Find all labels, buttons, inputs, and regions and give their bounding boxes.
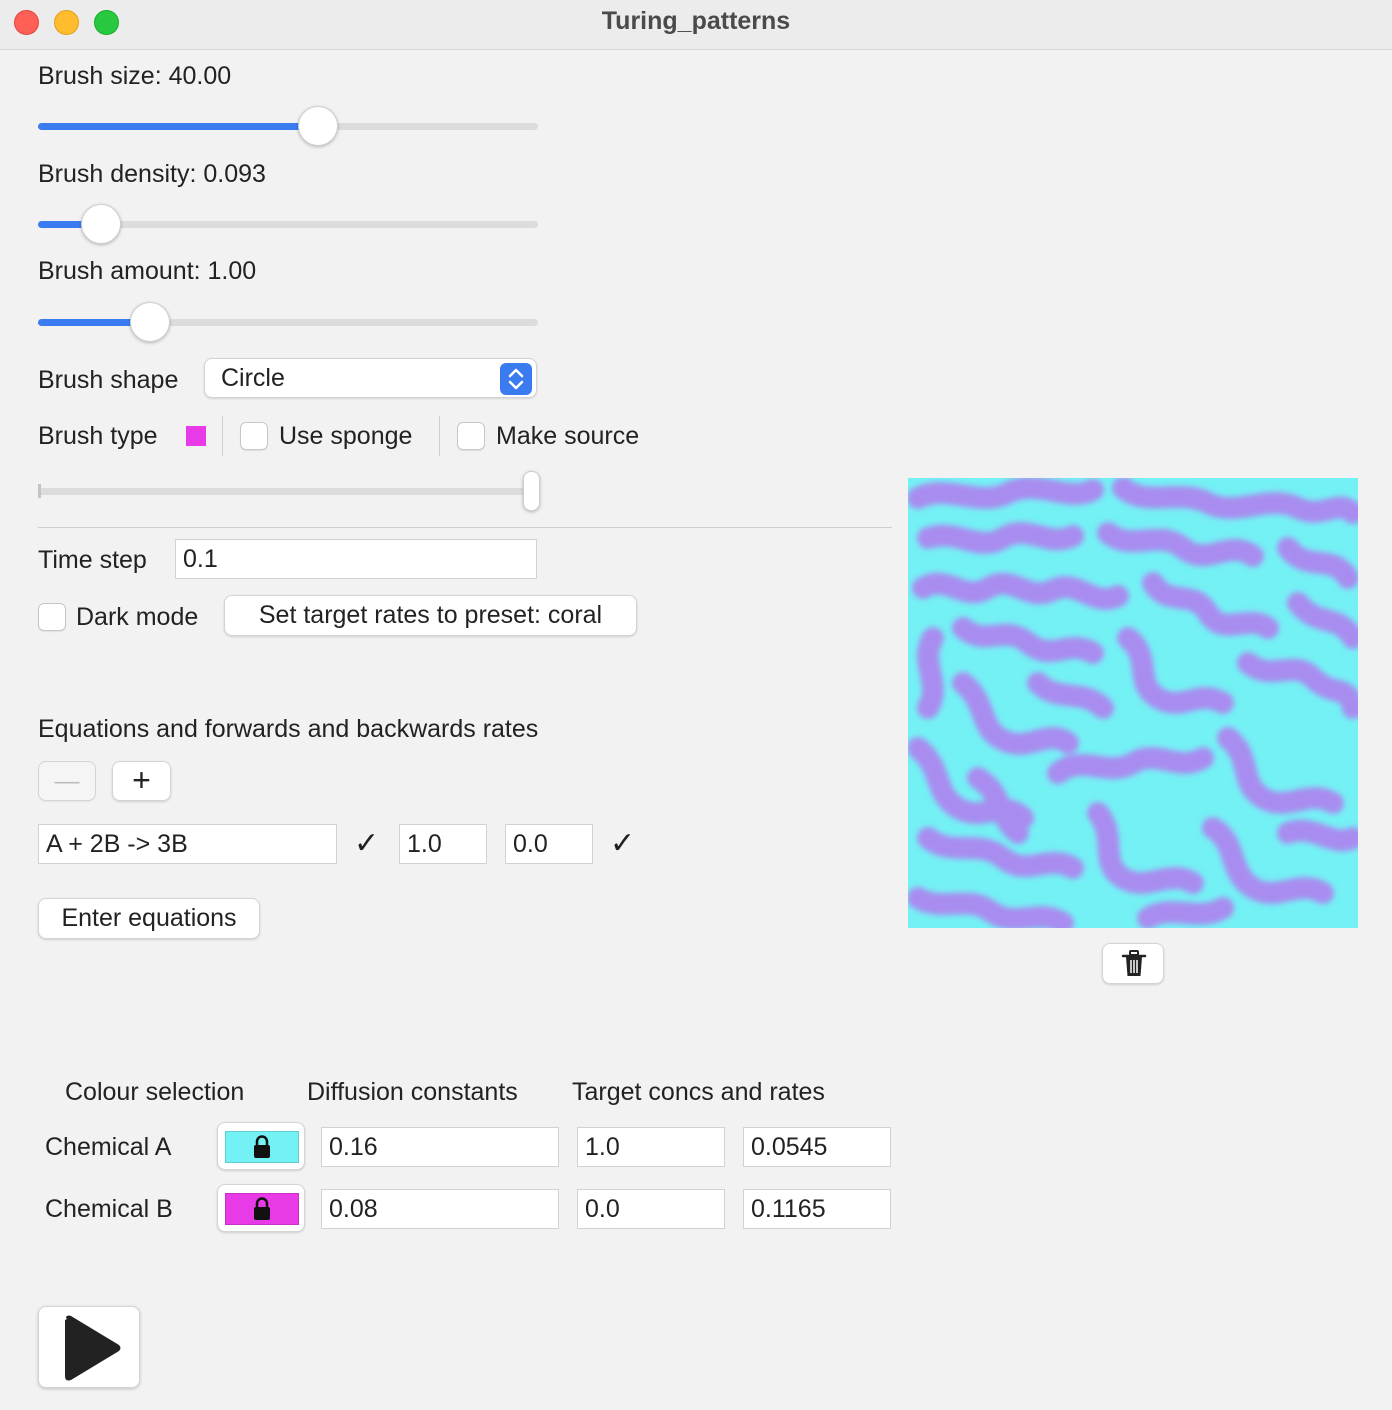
play-icon	[63, 1315, 123, 1386]
enter-equations-button[interactable]: Enter equations	[38, 898, 260, 939]
clear-canvas-button[interactable]	[1102, 943, 1164, 984]
source-level-slider[interactable]	[38, 470, 540, 514]
chemical-a-label: Chemical A	[45, 1133, 172, 1161]
brush-density-label: Brush density: 0.093	[38, 160, 266, 188]
pattern-canvas[interactable]	[908, 478, 1358, 928]
play-button[interactable]	[38, 1306, 140, 1388]
colour-selection-header: Colour selection	[65, 1078, 245, 1106]
chemical-b-rate-input[interactable]: 0.1165	[743, 1189, 891, 1229]
time-step-label: Time step	[38, 546, 147, 574]
divider	[38, 527, 892, 528]
separator	[439, 416, 440, 456]
use-sponge-label: Use sponge	[279, 422, 413, 450]
set-preset-button[interactable]: Set target rates to preset: coral	[224, 595, 637, 636]
make-source-checkbox[interactable]	[457, 422, 485, 450]
trash-icon	[1121, 950, 1147, 989]
slider-fill	[38, 123, 318, 130]
turing-pattern-image	[908, 478, 1358, 928]
equations-heading: Equations and forwards and backwards rat…	[38, 715, 539, 743]
equation-valid-check-icon: ✓	[354, 827, 380, 860]
backward-rate-input[interactable]: 0.0	[505, 824, 593, 864]
brush-shape-value: Circle	[221, 364, 285, 392]
make-source-label: Make source	[496, 422, 640, 450]
window-title: Turing_patterns	[601, 7, 791, 35]
lock-icon	[252, 1197, 272, 1226]
brush-size-label: Brush size: 40.00	[38, 62, 232, 90]
chemical-b-target-conc-input[interactable]: 0.0	[577, 1189, 725, 1229]
slider-track	[38, 488, 532, 495]
brush-size-slider[interactable]	[38, 105, 538, 149]
chemical-a-rate-input[interactable]: 0.0545	[743, 1127, 891, 1167]
chemical-b-label: Chemical B	[45, 1195, 173, 1223]
forward-rate-input[interactable]: 1.0	[399, 824, 487, 864]
add-equation-button[interactable]: +	[112, 761, 171, 801]
title-bar: Turing_patterns	[0, 0, 1392, 50]
rates-valid-check-icon: ✓	[610, 827, 636, 860]
brush-amount-slider[interactable]	[38, 301, 538, 345]
use-sponge-checkbox[interactable]	[240, 422, 268, 450]
chemical-b-diffusion-input[interactable]: 0.08	[321, 1189, 559, 1229]
brush-type-swatch[interactable]	[186, 426, 206, 446]
diffusion-constants-header: Diffusion constants	[307, 1078, 518, 1106]
lock-icon	[252, 1135, 272, 1164]
chemical-a-target-conc-input[interactable]: 1.0	[577, 1127, 725, 1167]
slider-knob[interactable]	[298, 106, 338, 146]
brush-amount-label: Brush amount: 1.00	[38, 257, 257, 285]
time-step-input[interactable]: 0.1	[175, 539, 537, 579]
equation-input[interactable]: A + 2B -> 3B	[38, 824, 337, 864]
chemical-a-diffusion-input[interactable]: 0.16	[321, 1127, 559, 1167]
remove-equation-button[interactable]: —	[38, 761, 96, 801]
slider-knob[interactable]	[81, 204, 121, 244]
brush-shape-label: Brush shape	[38, 366, 179, 394]
chevron-updown-icon	[500, 363, 532, 395]
slider-tick	[38, 484, 41, 498]
slider-knob[interactable]	[130, 302, 170, 342]
separator	[222, 416, 223, 456]
chemical-a-colour-button[interactable]	[217, 1122, 305, 1170]
dark-mode-label: Dark mode	[76, 603, 199, 631]
target-concs-header: Target concs and rates	[572, 1078, 825, 1106]
brush-density-slider[interactable]	[38, 203, 538, 247]
brush-shape-select[interactable]: Circle	[204, 358, 537, 398]
dark-mode-checkbox[interactable]	[38, 603, 66, 631]
slider-knob[interactable]	[523, 471, 540, 511]
brush-type-label: Brush type	[38, 422, 158, 450]
chemical-b-colour-button[interactable]	[217, 1184, 305, 1232]
